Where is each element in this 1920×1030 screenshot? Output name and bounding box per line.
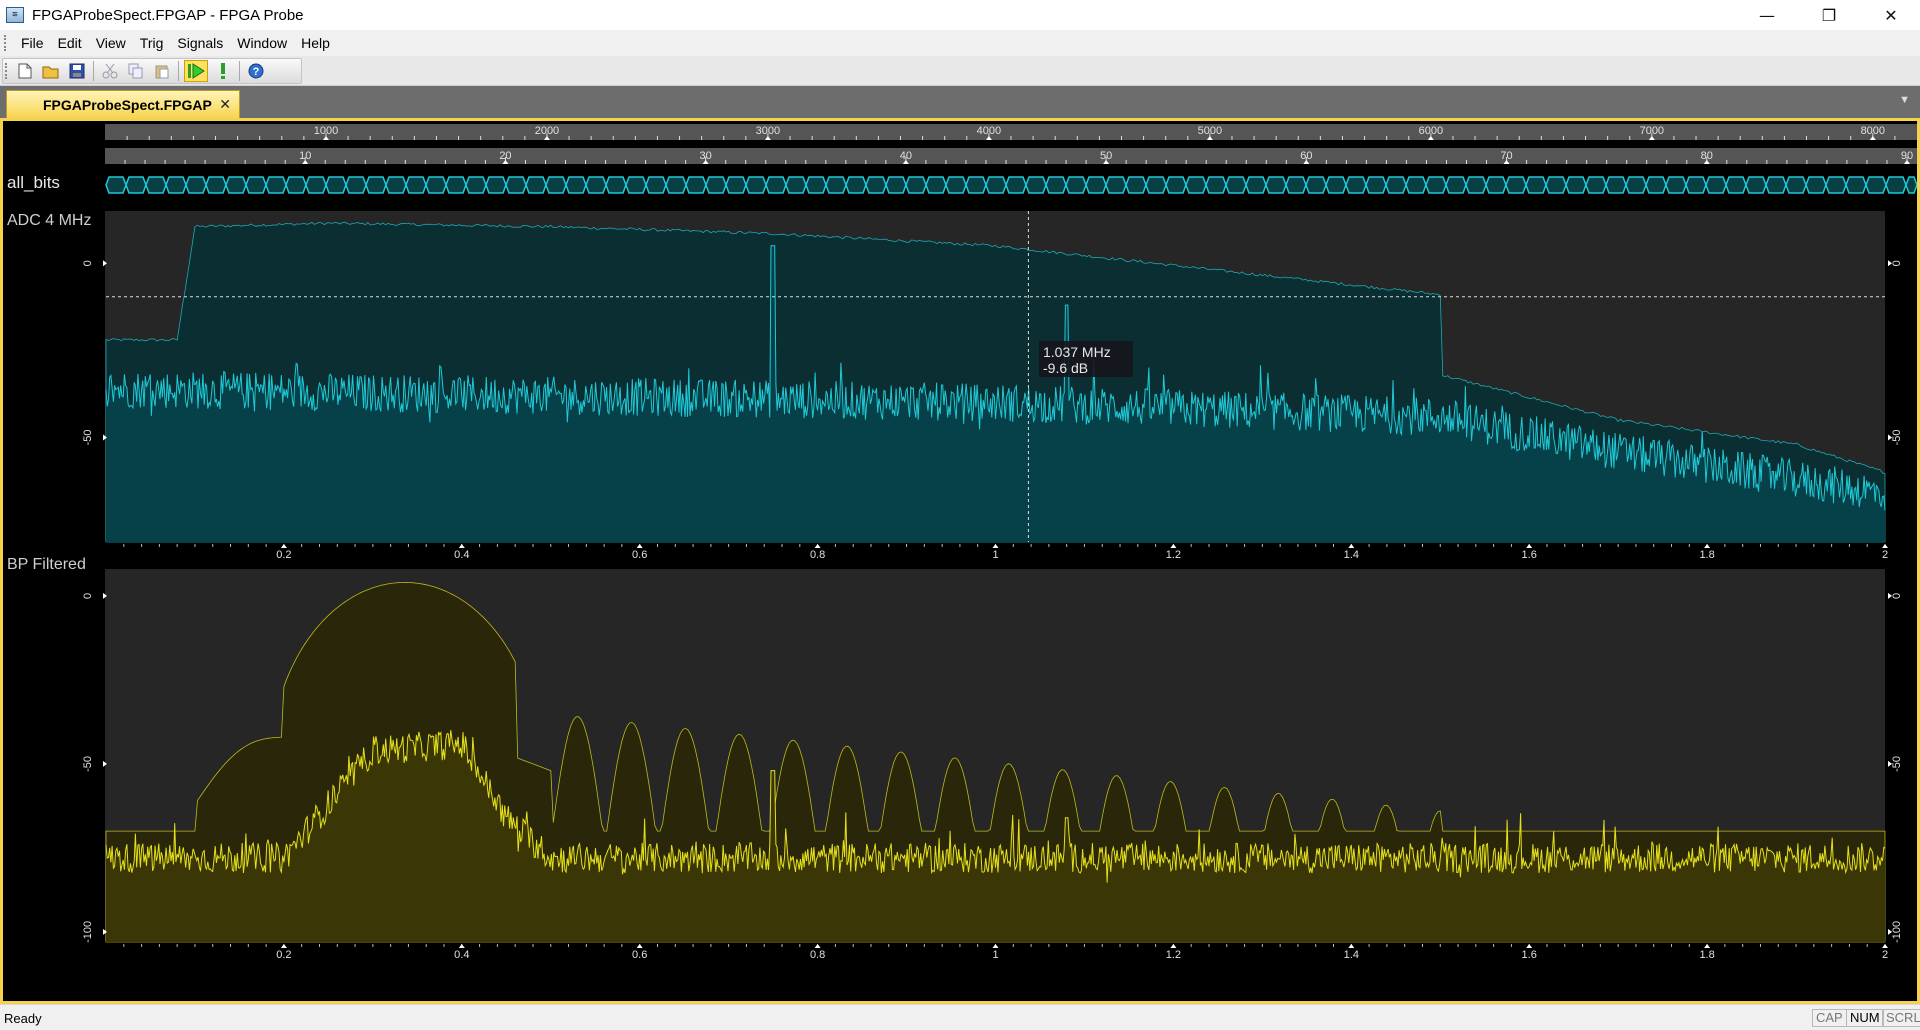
probe-view: 1000 2000 3000 4000 5000 6000 7000 8000 10 20 30 4…: [3, 121, 1918, 1001]
status-text: Ready: [4, 1011, 42, 1026]
adc-signal-label[interactable]: ADC 4 MHz: [7, 212, 91, 229]
samples-ruler[interactable]: 1000 2000 3000 4000 5000 6000 7000 8000: [105, 124, 1917, 140]
samples-ruler-label: 6000: [1419, 125, 1443, 137]
num-lock-indicator: NUM: [1846, 1009, 1884, 1027]
svg-text:?: ?: [253, 66, 260, 78]
x-axis-tick-label: 1.2: [1166, 549, 1181, 561]
status-bar: Ready CAP NUM SCRL: [0, 1004, 1920, 1030]
samples-ruler-label: 8000: [1861, 125, 1885, 137]
y-axis-tick-label: -50: [82, 756, 94, 772]
open-icon[interactable]: [40, 60, 62, 82]
help-icon[interactable]: ?: [245, 60, 267, 82]
caps-lock-indicator: CAP: [1812, 1009, 1847, 1027]
x-axis-tick-label: 1.4: [1344, 949, 1359, 961]
menu-edit[interactable]: Edit: [51, 32, 89, 54]
x-axis-tick-label: 0.2: [276, 949, 291, 961]
x-axis-tick-label: 2: [1882, 949, 1888, 961]
tab-close-icon[interactable]: ✕: [219, 96, 231, 113]
minimize-button[interactable]: —: [1744, 0, 1790, 30]
adc-spectrum-plot[interactable]: 0.2 0.4 0.6 0.8 1 1.2 1.4 1.6 1.8 2 0 0 -50 -50: [82, 211, 1903, 561]
x-axis-tick-label: 1: [992, 949, 998, 961]
title-bar: ≋ FPGAProbeSpect.FPGAP - FPGA Probe — ❐ …: [0, 0, 1920, 30]
x-axis-tick-label: 1.6: [1522, 549, 1537, 561]
y-axis-tick-label: 0: [82, 593, 94, 599]
x-axis-tick-label: 2: [1882, 549, 1888, 561]
y-axis-tick-label: -100: [82, 921, 94, 943]
toolbar-separator: [239, 61, 240, 81]
save-icon[interactable]: [66, 60, 88, 82]
paste-icon[interactable]: [151, 60, 173, 82]
x-axis-tick-label: 1.8: [1699, 949, 1714, 961]
toolbar-grip: [5, 63, 9, 79]
x-axis-tick-label: 1.4: [1344, 549, 1359, 561]
x-axis-tick-label: 1: [992, 549, 998, 561]
scroll-lock-indicator: SCRL: [1882, 1009, 1920, 1027]
document-tab-strip: FPGAProbeSpect.FPGAP ✕ ▼: [0, 86, 1920, 118]
toolbar-separator: [178, 61, 179, 81]
menu-bar: File Edit View Trig Signals Window Help: [0, 30, 1920, 56]
x-axis-tick-label: 0.8: [810, 949, 825, 961]
stop-icon[interactable]: [212, 60, 234, 82]
run-icon[interactable]: [184, 60, 208, 82]
x-axis-tick-label: 1.6: [1522, 949, 1537, 961]
samples-ruler-label: 4000: [977, 125, 1001, 137]
all-bits-label[interactable]: all_bits: [7, 173, 60, 192]
y-axis-tick-label: -50: [1891, 430, 1903, 446]
y-axis-tick-label: 0: [1891, 260, 1903, 266]
app-icon: ≋: [6, 7, 24, 23]
menu-signals[interactable]: Signals: [170, 32, 230, 54]
menu-view[interactable]: View: [89, 32, 133, 54]
menu-help[interactable]: Help: [294, 32, 337, 54]
y-axis-tick-label: -50: [1891, 756, 1903, 772]
samples-ruler-label: 2000: [535, 125, 559, 137]
toolbar-group: ?: [2, 58, 302, 84]
cut-icon[interactable]: [99, 60, 121, 82]
bp-signal-label[interactable]: BP Filtered: [7, 556, 86, 573]
toolbar-separator: [93, 61, 94, 81]
menu-window[interactable]: Window: [230, 32, 294, 54]
toolbar: ?: [0, 56, 1920, 86]
bp-filtered-spectrum-plot[interactable]: 0.2 0.4 0.6 0.8 1 1.2 1.4 1.6 1.8 2 0 0 -50 -50 -100 -1…: [82, 569, 1903, 961]
probe-canvas[interactable]: 1000 2000 3000 4000 5000 6000 7000 8000 10 20 30 4…: [3, 121, 1918, 1001]
y-axis-tick-label: -50: [82, 430, 94, 446]
x-axis-tick-label: 0.4: [454, 549, 469, 561]
tab-list-dropdown-icon[interactable]: ▼: [1899, 94, 1910, 106]
y-axis-tick-label: -100: [1891, 921, 1903, 943]
window-title: FPGAProbeSpect.FPGAP - FPGA Probe: [32, 6, 304, 24]
samples-ruler-label: 3000: [756, 125, 780, 137]
cursor-readout: 1.037 MHz -9.6 dB: [1039, 341, 1133, 377]
x-axis-tick-label: 0.8: [810, 549, 825, 561]
menu-grip: [4, 35, 8, 51]
cursor-level: -9.6 dB: [1043, 360, 1088, 376]
close-window-button[interactable]: ✕: [1868, 0, 1914, 30]
y-axis-tick-label: 0: [82, 260, 94, 266]
bits-ruler[interactable]: 10 20 30 40 50 60 70 80 90: [105, 148, 1917, 164]
x-axis-tick-label: 0.2: [276, 549, 291, 561]
x-axis-tick-label: 1.8: [1699, 549, 1714, 561]
menu-file[interactable]: File: [14, 32, 51, 54]
samples-ruler-label: 1000: [314, 125, 338, 137]
cursor-frequency: 1.037 MHz: [1043, 344, 1111, 360]
document-tab-label: FPGAProbeSpect.FPGAP: [43, 96, 212, 113]
maximize-button[interactable]: ❐: [1806, 0, 1852, 30]
copy-icon[interactable]: [125, 60, 147, 82]
menu-trig[interactable]: Trig: [133, 32, 171, 54]
x-axis-tick-label: 0.6: [632, 949, 647, 961]
y-axis-tick-label: 0: [1891, 593, 1903, 599]
new-icon[interactable]: [14, 60, 36, 82]
x-axis-tick-label: 0.6: [632, 549, 647, 561]
samples-ruler-label: 7000: [1640, 125, 1664, 137]
x-axis-tick-label: 1.2: [1166, 949, 1181, 961]
x-axis-tick-label: 0.4: [454, 949, 469, 961]
document-tab[interactable]: FPGAProbeSpect.FPGAP ✕: [6, 90, 240, 118]
samples-ruler-label: 5000: [1198, 125, 1222, 137]
